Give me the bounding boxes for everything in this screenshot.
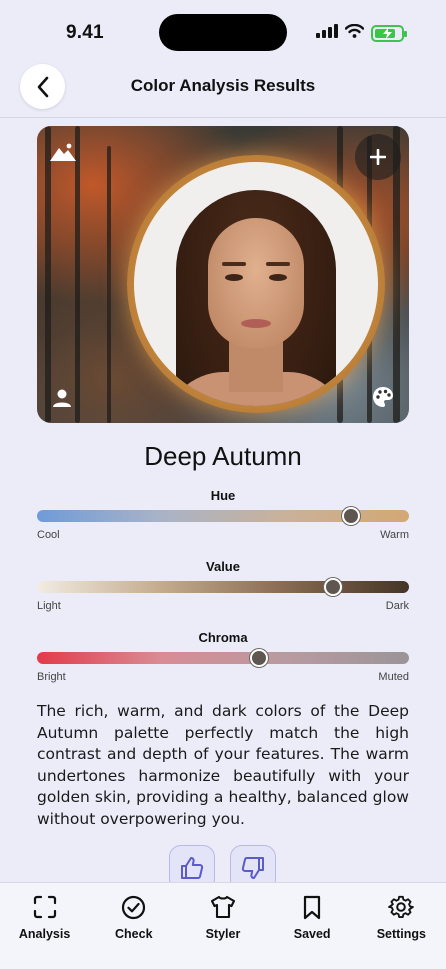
thumbs-down-icon — [241, 857, 264, 879]
person-icon[interactable] — [51, 387, 73, 409]
tab-check[interactable]: Check — [89, 883, 178, 969]
value-scale: Value Light Dark — [37, 559, 409, 612]
tab-styler-label: Styler — [205, 927, 241, 941]
palette-icon[interactable] — [371, 385, 395, 409]
value-max-label: Dark — [385, 600, 409, 612]
add-photo-button[interactable] — [355, 134, 401, 180]
hue-max-label: Warm — [380, 529, 409, 541]
hue-track — [37, 507, 409, 525]
hue-title: Hue — [210, 488, 236, 503]
tab-saved[interactable]: Saved — [268, 883, 357, 969]
tab-bar: Analysis Check Styler Saved Settings — [0, 882, 446, 969]
thumbs-up-icon — [181, 857, 204, 879]
status-icons — [316, 23, 407, 43]
battery-icon — [371, 24, 407, 42]
season-name: Deep Autumn — [144, 441, 302, 471]
tab-settings[interactable]: Settings — [357, 883, 446, 969]
result-description: The rich, warm, and dark colors of the D… — [37, 702, 409, 828]
gear-icon — [388, 894, 415, 920]
hue-scale: Hue Cool Warm — [37, 488, 409, 541]
check-circle-icon — [121, 894, 147, 920]
header: Color Analysis Results — [0, 58, 446, 118]
scan-frame-icon — [32, 894, 58, 920]
dynamic-island — [159, 14, 287, 51]
tab-analysis[interactable]: Analysis — [0, 883, 89, 969]
tab-styler[interactable]: Styler — [178, 883, 267, 969]
chroma-title: Chroma — [198, 630, 248, 645]
tab-check-label: Check — [115, 927, 153, 941]
mountain-icon[interactable] — [49, 138, 77, 166]
status-time: 9.41 — [66, 22, 104, 43]
portrait-card — [37, 126, 409, 423]
bookmark-icon — [299, 894, 325, 920]
tab-saved-label: Saved — [293, 927, 331, 941]
chroma-scale: Chroma Bright Muted — [37, 630, 409, 683]
shirt-icon — [210, 894, 236, 920]
tab-analysis-label: Analysis — [18, 927, 71, 941]
status-bar: 9.41 — [0, 0, 446, 62]
wifi-icon — [344, 23, 365, 43]
portrait-photo — [134, 162, 378, 406]
value-min-label: Light — [37, 600, 61, 612]
plus-icon — [370, 149, 386, 165]
page-title: Color Analysis Results — [130, 76, 316, 95]
hue-slider-thumb[interactable] — [342, 507, 361, 525]
chroma-track — [37, 649, 409, 667]
value-track — [37, 578, 409, 596]
tab-settings-label: Settings — [376, 927, 426, 941]
chroma-min-label: Bright — [37, 671, 66, 683]
value-title: Value — [206, 559, 240, 574]
hue-min-label: Cool — [37, 529, 60, 541]
signal-icon — [316, 23, 338, 43]
value-slider-thumb[interactable] — [324, 578, 343, 596]
chroma-slider-thumb[interactable] — [250, 649, 269, 667]
chroma-max-label: Muted — [378, 671, 409, 683]
